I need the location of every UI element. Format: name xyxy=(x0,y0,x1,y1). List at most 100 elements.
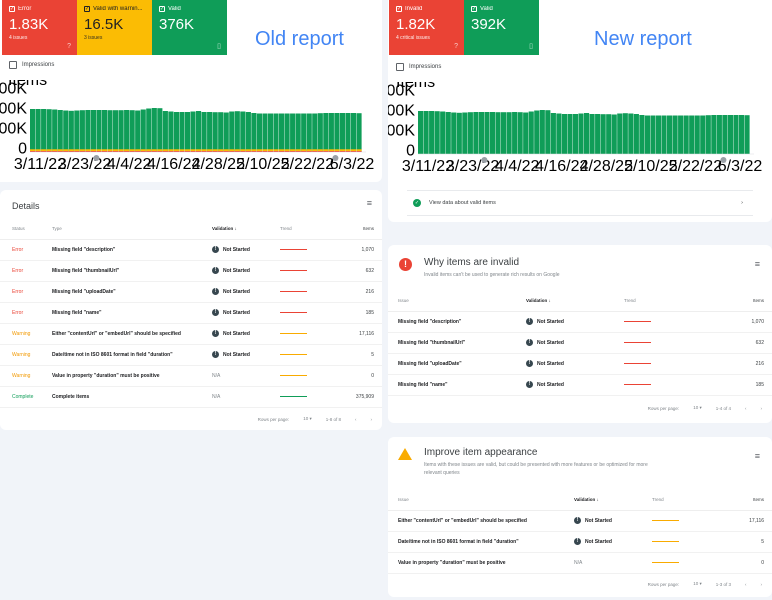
improve-section-title: Improve item appearance xyxy=(424,447,538,458)
y-tick-label: 400K xyxy=(388,103,415,120)
bar-valid xyxy=(345,113,351,152)
filter-icon[interactable]: ≡ xyxy=(755,259,760,269)
filter-icon[interactable]: ≡ xyxy=(755,451,760,461)
y-tick-label: 0 xyxy=(18,141,27,158)
rows-per-page-select[interactable]: 10 ▾ xyxy=(693,581,702,587)
table-row[interactable]: Complete Complete items N/A 375,909 xyxy=(0,386,382,408)
chevron-right-icon: › xyxy=(741,200,743,206)
validation-status: ! Not Started xyxy=(212,302,280,324)
table-row[interactable]: Missing field "name" ! Not Started 185 xyxy=(388,374,772,396)
bar-valid xyxy=(151,108,157,152)
bar-valid xyxy=(113,110,119,152)
view-valid-items-link[interactable]: ✓ View data about valid items › xyxy=(407,190,753,216)
trend-sparkline xyxy=(624,332,704,354)
table-row[interactable]: Error Missing field "uploadDate" ! Not St… xyxy=(0,281,382,303)
bar-valid xyxy=(639,115,645,154)
checkbox[interactable] xyxy=(396,63,404,71)
invalid-pager: Rows per page: 10 ▾ 1-4 of 4 ‹ › xyxy=(647,405,763,411)
bar-valid xyxy=(168,111,174,152)
filter-icon[interactable]: ≡ xyxy=(367,198,372,208)
details-title: Details xyxy=(12,201,40,211)
table-row[interactable]: Error Missing field "name" ! Not Started … xyxy=(0,302,382,324)
next-page-icon[interactable]: › xyxy=(761,406,763,411)
bar-valid xyxy=(584,113,590,154)
new-valid-card[interactable]: ✓ Valid 392K ▯ xyxy=(464,0,539,55)
y-tick-label: 200K xyxy=(0,121,27,138)
checkbox-icon: ✓ xyxy=(159,6,165,12)
table-row[interactable]: Date/time not in ISO 8601 format in fiel… xyxy=(388,531,772,553)
bar-valid xyxy=(644,115,650,154)
old-details-panel: Details ≡ Status Type Validation ↓ Trend… xyxy=(0,190,382,430)
bar-valid xyxy=(79,110,85,152)
bar-valid xyxy=(184,112,191,152)
info-icon: ! xyxy=(212,351,219,358)
prev-page-icon[interactable]: ‹ xyxy=(745,582,747,587)
old-error-card[interactable]: ✓ Error 1.83K 4 issues ? xyxy=(2,0,77,55)
new-impressions-toggle[interactable]: Impressions xyxy=(396,63,441,71)
trend-sparkline xyxy=(652,510,712,532)
info-icon: ! xyxy=(212,330,219,337)
old-impressions-toggle[interactable]: Impressions xyxy=(9,61,54,69)
table-row[interactable]: Missing field "thumbnailUrl" ! Not Starte… xyxy=(388,332,772,354)
table-row[interactable]: Missing field "description" ! Not Started… xyxy=(388,311,772,333)
validation-sort-header[interactable]: Validation ↓ xyxy=(212,218,280,240)
bar-valid xyxy=(700,115,706,154)
old-warning-card[interactable]: ✓ Valid with warnin... 16.5K 3 issues xyxy=(77,0,152,55)
checkbox[interactable] xyxy=(9,61,17,69)
bar-valid xyxy=(661,115,667,154)
old-valid-card[interactable]: ✓ Valid 376K ▯ xyxy=(152,0,227,55)
bar-valid xyxy=(273,113,279,152)
bar-valid xyxy=(478,112,484,154)
bar-valid xyxy=(578,113,584,154)
annotation-marker xyxy=(332,155,339,161)
bar-valid xyxy=(722,115,728,154)
info-icon: ! xyxy=(212,288,219,295)
next-page-icon[interactable]: › xyxy=(371,417,373,422)
bar-valid xyxy=(606,114,612,154)
bar-valid xyxy=(528,111,534,154)
bar-valid xyxy=(240,111,246,152)
rows-per-page-select[interactable]: 10 ▾ xyxy=(303,416,312,422)
new-invalid-card[interactable]: ✓ Invalid 1.82K 4 critical issues ? xyxy=(389,0,464,55)
trend-sparkline xyxy=(280,302,335,324)
bar-valid xyxy=(179,112,185,152)
improve-pager: Rows per page: 10 ▾ 1-3 of 3 ‹ › xyxy=(647,581,763,587)
table-row[interactable]: Value in property "duration" must be pos… xyxy=(388,552,772,574)
bar-valid xyxy=(267,113,274,152)
bar-valid xyxy=(96,110,102,152)
bar-valid xyxy=(46,109,52,152)
table-row[interactable]: Missing field "uploadDate" ! Not Started … xyxy=(388,353,772,375)
bar-valid xyxy=(539,110,545,154)
next-page-icon[interactable]: › xyxy=(761,582,763,587)
bar-valid xyxy=(229,111,235,152)
bar-valid xyxy=(600,114,606,154)
prev-page-icon[interactable]: ‹ xyxy=(745,406,747,411)
help-icon: ▯ xyxy=(217,43,221,50)
bar-valid xyxy=(124,110,130,152)
validation-status: ! Not Started xyxy=(526,353,624,375)
prev-page-icon[interactable]: ‹ xyxy=(355,417,357,422)
info-icon: ! xyxy=(526,318,533,325)
table-row[interactable]: Warning Either "contentUrl" or "embedUrl… xyxy=(0,323,382,345)
table-row[interactable]: Warning Value in property "duration" mus… xyxy=(0,365,382,387)
bar-valid xyxy=(495,112,501,154)
improve-section: Improve item appearance Items with these… xyxy=(388,437,772,597)
validation-sort-header[interactable]: Validation ↓ xyxy=(526,290,624,312)
bar-valid xyxy=(727,115,733,154)
bar-valid xyxy=(733,115,739,154)
bar-valid xyxy=(456,112,462,154)
bar-valid xyxy=(523,112,529,154)
table-row[interactable]: Error Missing field "description" ! Not S… xyxy=(0,239,382,261)
bar-valid xyxy=(550,113,556,154)
bar-valid xyxy=(173,112,179,152)
table-row[interactable]: Warning Date/time not in ISO 8601 format… xyxy=(0,344,382,366)
table-row[interactable]: Either "contentUrl" or "embedUrl" should… xyxy=(388,510,772,532)
validation-status: ! Not Started xyxy=(574,531,652,553)
rows-per-page-select[interactable]: 10 ▾ xyxy=(693,405,702,411)
bar-valid xyxy=(429,111,435,154)
validation-sort-header[interactable]: Validation ↓ xyxy=(574,489,652,511)
checkbox-icon: ✓ xyxy=(471,6,477,12)
table-row[interactable]: Error Missing field "thumbnailUrl" ! Not … xyxy=(0,260,382,282)
validation-status: ! Not Started xyxy=(212,239,280,261)
bar-valid xyxy=(484,112,490,154)
